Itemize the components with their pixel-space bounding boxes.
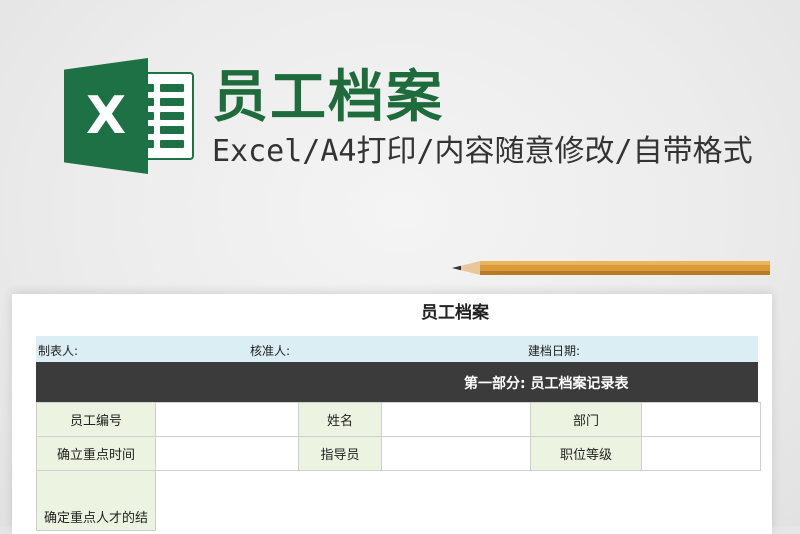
reviewer-label: 核准人:	[250, 344, 291, 358]
cell-input[interactable]	[381, 402, 531, 437]
excel-logo: X	[64, 58, 194, 174]
banner-title: 员工档案	[212, 65, 444, 130]
record-table: 员工编号 姓名 部门 确立重点时间 指导员 职位等级 确定重点人才的结	[36, 402, 761, 531]
cell-input[interactable]	[155, 402, 299, 437]
cell-label: 员工编号	[36, 402, 156, 437]
cell-input[interactable]	[641, 402, 761, 437]
meta-row: 制表人: 核准人: 建档日期:	[36, 336, 758, 362]
cell-label: 部门	[530, 402, 642, 437]
table-row: 确立重点时间 指导员 职位等级	[36, 436, 761, 471]
banner-subtitle: Excel/A4打印/内容随意修改/自带格式	[212, 134, 753, 169]
cell-input[interactable]	[155, 436, 299, 471]
section-header: 第一部分: 员工档案记录表	[36, 362, 758, 402]
cell-label: 确立重点时间	[36, 436, 156, 471]
cell-input[interactable]	[155, 470, 761, 531]
excel-x-letter: X	[85, 86, 127, 146]
cell-input[interactable]	[381, 436, 531, 471]
cell-label: 职位等级	[530, 436, 642, 471]
maker-label: 制表人:	[38, 344, 79, 358]
table-row: 确定重点人才的结	[36, 470, 761, 531]
sheet-title: 员工档案	[421, 303, 489, 323]
cell-label: 姓名	[298, 402, 382, 437]
section-title: 第一部分: 员工档案记录表	[464, 376, 629, 392]
cell-label: 指导员	[298, 436, 382, 471]
pencil-icon	[452, 261, 770, 275]
date-label: 建档日期:	[528, 344, 581, 358]
table-row: 员工编号 姓名 部门	[36, 402, 761, 437]
cell-label: 确定重点人才的结	[36, 470, 156, 531]
cell-input[interactable]	[641, 436, 761, 471]
